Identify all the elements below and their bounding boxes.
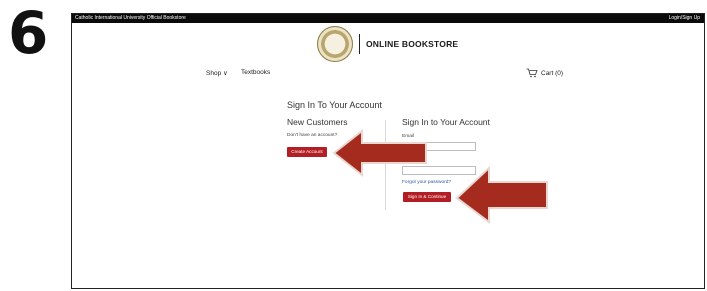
step-number: 6 [8, 0, 49, 67]
nav-shop[interactable]: Shop ∨ [206, 69, 228, 77]
sign-in-continue-button[interactable]: Sign In & Continue [403, 192, 451, 202]
store-name: Catholic International University Offici… [75, 15, 186, 21]
brand-title[interactable]: ONLINE BOOKSTORE [366, 39, 458, 49]
logo-divider [359, 34, 360, 54]
nav-textbooks[interactable]: Textbooks [241, 69, 270, 76]
top-bar: Catholic International University Offici… [72, 14, 704, 23]
cart-label: Cart (0) [541, 69, 564, 77]
page-title: Sign In To Your Account [287, 100, 382, 110]
cart-link[interactable]: Cart (0) [526, 68, 563, 78]
create-account-button[interactable]: Create Account [287, 147, 327, 157]
university-seal-icon[interactable] [317, 26, 353, 62]
login-signup-link[interactable]: Login/Sign Up [669, 14, 700, 23]
pointer-arrow-icon [455, 165, 548, 224]
pointer-arrow-icon [332, 128, 427, 178]
shopping-cart-icon [526, 68, 538, 78]
